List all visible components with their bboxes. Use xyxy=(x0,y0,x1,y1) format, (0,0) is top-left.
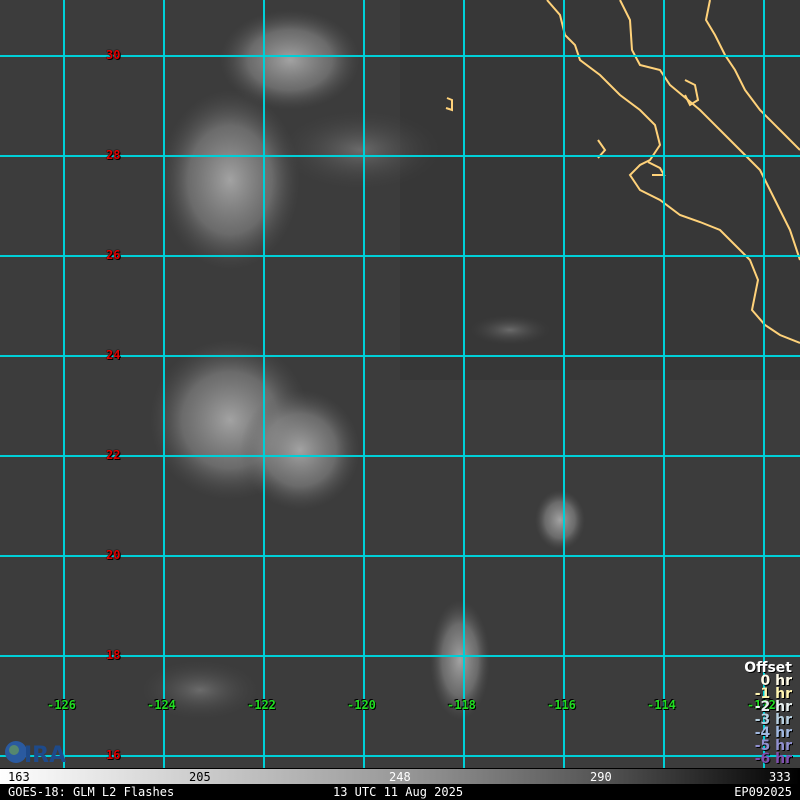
lat-label: 18 xyxy=(106,648,121,662)
satellite-viewer: 30 28 26 24 22 20 18 16 -126 -124 -122 -… xyxy=(0,0,800,800)
colorbar-tick: 333 xyxy=(769,770,791,784)
lon-label: -118 xyxy=(447,698,476,712)
product-label: GOES-18: GLM L2 Flashes xyxy=(8,785,175,799)
colorbar-tick: 205 xyxy=(189,770,211,784)
lat-label: 20 xyxy=(106,548,121,562)
colorbar-tick: 248 xyxy=(389,770,411,784)
lat-label: 28 xyxy=(106,148,121,162)
lat-label: 26 xyxy=(106,248,121,262)
time-offset-legend: Offset 0 hr -1 hr -2 hr -3 hr -4 hr -5 h… xyxy=(744,661,792,767)
storm-id: EP092025 xyxy=(734,785,792,799)
lon-label: -114 xyxy=(647,698,676,712)
cira-logo: IRA xyxy=(5,741,66,766)
svg-text:IRA: IRA xyxy=(24,743,66,766)
legend-item: -6 hr xyxy=(754,751,792,767)
timestamp: 13 UTC 11 Aug 2025 xyxy=(333,785,464,799)
lat-label: 22 xyxy=(106,448,121,462)
lat-label: 30 xyxy=(106,48,121,62)
colorbar-tick: 163 xyxy=(8,770,30,784)
footer-bar: GOES-18: GLM L2 Flashes 13 UTC 11 Aug 20… xyxy=(0,784,800,800)
colorbar: 163 205 248 290 333 xyxy=(0,768,800,785)
lon-label: -116 xyxy=(547,698,576,712)
lat-label: 16 xyxy=(106,748,121,762)
lon-label: -120 xyxy=(347,698,376,712)
colorbar-tick: 290 xyxy=(590,770,612,784)
lon-label: -122 xyxy=(247,698,276,712)
lon-label: -124 xyxy=(147,698,176,712)
lat-label: 24 xyxy=(106,348,121,362)
lon-label: -126 xyxy=(47,698,76,712)
